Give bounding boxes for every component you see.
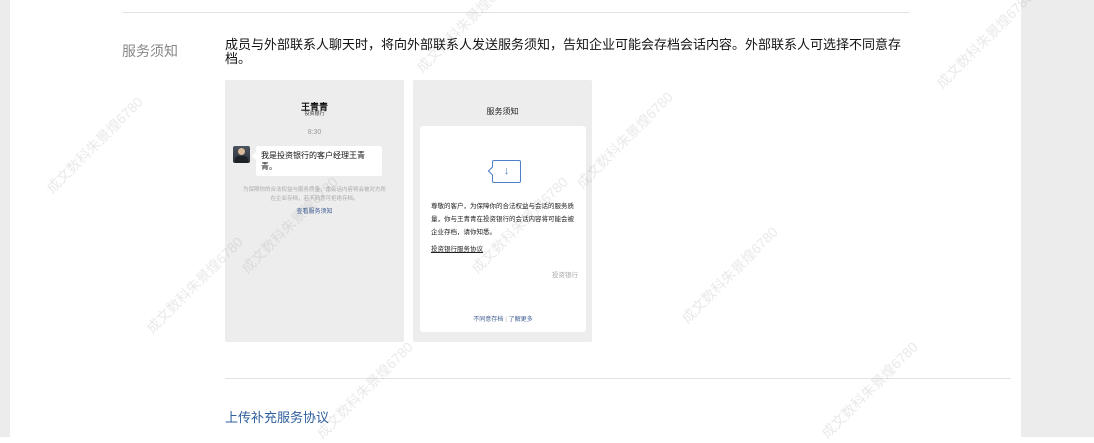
notice-title: 服务须知 — [486, 107, 519, 116]
top-divider — [122, 12, 910, 13]
service-notice-preview: 服务须知 ↓ 尊敬的客户，为保障你的合法权益与会话的服务质量，你与王青青在投资银… — [413, 80, 592, 342]
learn-more-button[interactable]: 了解更多 — [509, 317, 533, 323]
upload-agreement-link[interactable]: 上传补充服务协议 — [225, 407, 329, 426]
watermark: 成文数科朱景煌6780 — [43, 93, 146, 197]
brand-signature: 投资银行 — [552, 272, 578, 279]
section-label: 服务须知 — [122, 43, 178, 59]
view-service-notice-link[interactable]: 查看服务须知 — [225, 206, 404, 215]
right-panel — [1021, 0, 1094, 437]
notice-card: ↓ 尊敬的客户，为保障你的合法权益与会话的服务质量，你与王青青在投资银行的会话内… — [420, 126, 586, 332]
contact-company: 投资银行 — [304, 111, 325, 117]
avatar — [233, 146, 250, 163]
decline-archive-button[interactable]: 不同意存档 — [473, 317, 503, 323]
bottom-divider — [225, 378, 1011, 379]
message-time: 8:30 — [307, 129, 322, 136]
chat-preview: 王青青 投资银行 8:30 我是投资银行的客户经理王青青。 为保障你的合法权益与… — [225, 80, 404, 342]
notice-body: 尊敬的客户，为保障你的合法权益与会话的服务质量，你与王青青在投资银行的会话内容将… — [431, 203, 574, 236]
watermark: 成文数科朱景煌6780 — [818, 338, 921, 442]
notice-actions: 不同意存档 | 了解更多 — [420, 314, 586, 323]
archive-notice-text: 为保障你的合法权益与服务质量，本会话内容将会被对方所在企业存档，若不同意可拒绝存… — [243, 187, 387, 202]
download-document-icon: ↓ — [492, 160, 521, 183]
section-description: 成员与外部联系人聊天时，将向外部联系人发送服务须知，告知企业可能会存档会话内容。… — [225, 37, 902, 66]
watermark: 成文数科朱景煌6780 — [313, 338, 416, 442]
watermark: 成文数科朱景煌6780 — [678, 223, 781, 327]
left-gutter — [0, 0, 10, 437]
chat-message-bubble: 我是投资银行的客户经理王青青。 — [252, 146, 382, 176]
service-agreement-link[interactable]: 投资银行服务协议 — [431, 243, 483, 253]
